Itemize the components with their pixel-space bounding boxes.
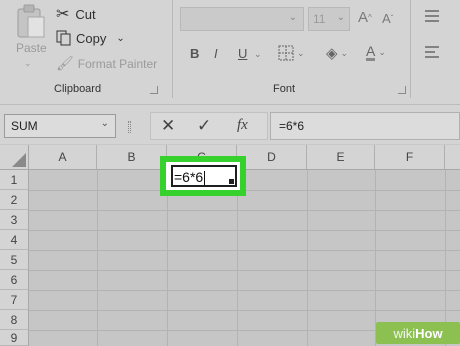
format-painter-label: Format Painter xyxy=(77,56,158,71)
group-divider xyxy=(410,0,411,98)
cut-button[interactable]: ✂ Cut xyxy=(56,4,96,24)
underline-dropdown-chevron-icon[interactable]: ⌄ xyxy=(254,49,262,60)
row-header-5[interactable]: 5 xyxy=(0,250,29,270)
copy-dropdown-chevron-icon[interactable]: ⌄ xyxy=(116,33,124,44)
grid-line xyxy=(29,230,460,231)
row-header-1[interactable]: 1 xyxy=(0,170,29,190)
align-left-icon xyxy=(425,46,439,58)
select-all-button[interactable] xyxy=(0,145,29,170)
cell-c1-highlight: =6*6 xyxy=(160,156,246,196)
font-color-button[interactable]: A ⌄ xyxy=(366,44,386,61)
clipboard-dialog-launcher-icon[interactable] xyxy=(150,86,158,94)
grid-line xyxy=(167,170,168,346)
paintbrush-icon: 🖌 xyxy=(56,55,74,71)
column-header-d[interactable]: D xyxy=(237,145,307,170)
copy-icon xyxy=(56,30,71,46)
copy-label: Copy xyxy=(76,30,107,46)
grid-line xyxy=(29,290,460,291)
paste-button[interactable] xyxy=(12,2,50,42)
clipboard-icon xyxy=(17,4,45,38)
shrink-font-icon: A xyxy=(382,11,391,26)
grid-line xyxy=(29,270,460,271)
font-dialog-launcher-icon[interactable] xyxy=(398,86,406,94)
font-group-label: Font xyxy=(273,83,296,95)
fill-color-button[interactable]: ◈ ⌄ xyxy=(326,44,348,62)
font-size-select[interactable]: 11 ⌄ xyxy=(308,7,350,31)
align-lines-icon xyxy=(425,10,439,22)
fill-handle[interactable] xyxy=(229,179,234,184)
italic-button[interactable]: I xyxy=(214,46,218,61)
ribbon: Paste ⌄ ✂ Cut Copy ⌄ 🖌 Format Painter Cl… xyxy=(0,0,460,104)
grow-font-button[interactable]: A ^ xyxy=(358,9,372,26)
grid-line xyxy=(445,170,446,346)
font-name-chevron-icon: ⌄ xyxy=(288,12,297,23)
cell-c1-value: =6*6 xyxy=(174,169,204,185)
row-header-8[interactable]: 8 xyxy=(0,310,29,330)
format-painter-button[interactable]: 🖌 Format Painter xyxy=(56,55,157,72)
font-name-select[interactable]: ⌄ xyxy=(180,7,304,31)
grid-line xyxy=(237,170,238,346)
row-header-7[interactable]: 7 xyxy=(0,290,29,310)
grid-line xyxy=(375,170,376,346)
formula-buttons: ✕ ✓ fx xyxy=(150,112,268,140)
paste-label: Paste xyxy=(16,41,47,55)
scissors-icon: ✂ xyxy=(56,6,70,23)
name-box[interactable]: SUM ⌄ xyxy=(4,114,116,138)
font-size-chevron-icon: ⌄ xyxy=(336,12,345,23)
column-header-b[interactable]: B xyxy=(97,145,167,170)
column-header-a[interactable]: A xyxy=(29,145,97,170)
clipboard-group-label: Clipboard xyxy=(54,83,102,95)
borders-icon xyxy=(278,45,294,61)
align-top-button[interactable] xyxy=(424,10,440,22)
fill-color-chevron-icon: ⌄ xyxy=(340,47,349,58)
paint-bucket-icon: ◈ xyxy=(326,45,338,62)
column-header-e[interactable]: E xyxy=(307,145,375,170)
grid-line xyxy=(29,210,460,211)
formula-bar: SUM ⌄ ✕ ✓ fx =6*6 xyxy=(0,104,460,144)
borders-button[interactable]: ⌄ xyxy=(278,45,305,61)
grow-font-icon: A xyxy=(358,9,369,26)
name-box-value: SUM xyxy=(11,119,38,133)
group-divider xyxy=(172,0,173,98)
font-color-chevron-icon: ⌄ xyxy=(378,47,386,57)
watermark-how: How xyxy=(415,325,443,341)
column-header-f[interactable]: F xyxy=(375,145,445,170)
cell-c1[interactable]: =6*6 xyxy=(171,165,237,187)
text-cursor xyxy=(204,171,206,186)
copy-button[interactable]: Copy ⌄ xyxy=(56,30,125,46)
row-header-6[interactable]: 6 xyxy=(0,270,29,290)
font-size-value: 11 xyxy=(313,12,326,26)
grid-line xyxy=(97,170,98,346)
paste-dropdown-chevron-icon[interactable]: ⌄ xyxy=(24,58,32,69)
row-header-2[interactable]: 2 xyxy=(0,190,29,210)
font-color-icon: A xyxy=(366,43,376,61)
insert-function-button[interactable]: fx xyxy=(237,117,248,134)
cut-label: Cut xyxy=(75,6,96,22)
select-all-triangle-icon xyxy=(12,153,26,167)
column-header-g[interactable] xyxy=(445,145,460,170)
borders-chevron-icon: ⌄ xyxy=(297,47,305,58)
bold-button[interactable]: B xyxy=(190,46,199,61)
grid-line xyxy=(29,250,460,251)
wikihow-watermark: wiki How xyxy=(376,322,460,344)
row-header-3[interactable]: 3 xyxy=(0,210,29,230)
grid-line xyxy=(307,170,308,346)
shrink-font-button[interactable]: Aˇ xyxy=(382,11,393,26)
name-box-chevron-icon[interactable]: ⌄ xyxy=(101,118,109,129)
formula-input[interactable]: =6*6 xyxy=(270,112,460,140)
underline-button[interactable]: U xyxy=(238,46,247,61)
align-left-button[interactable] xyxy=(424,46,440,58)
enter-button[interactable]: ✓ xyxy=(197,116,211,136)
row-header-9[interactable]: 9 xyxy=(0,330,29,346)
watermark-wiki: wiki xyxy=(393,325,416,341)
grid-line xyxy=(29,310,460,311)
cancel-button[interactable]: ✕ xyxy=(161,116,175,136)
drag-handle-icon[interactable] xyxy=(128,121,131,133)
row-header-4[interactable]: 4 xyxy=(0,230,29,250)
